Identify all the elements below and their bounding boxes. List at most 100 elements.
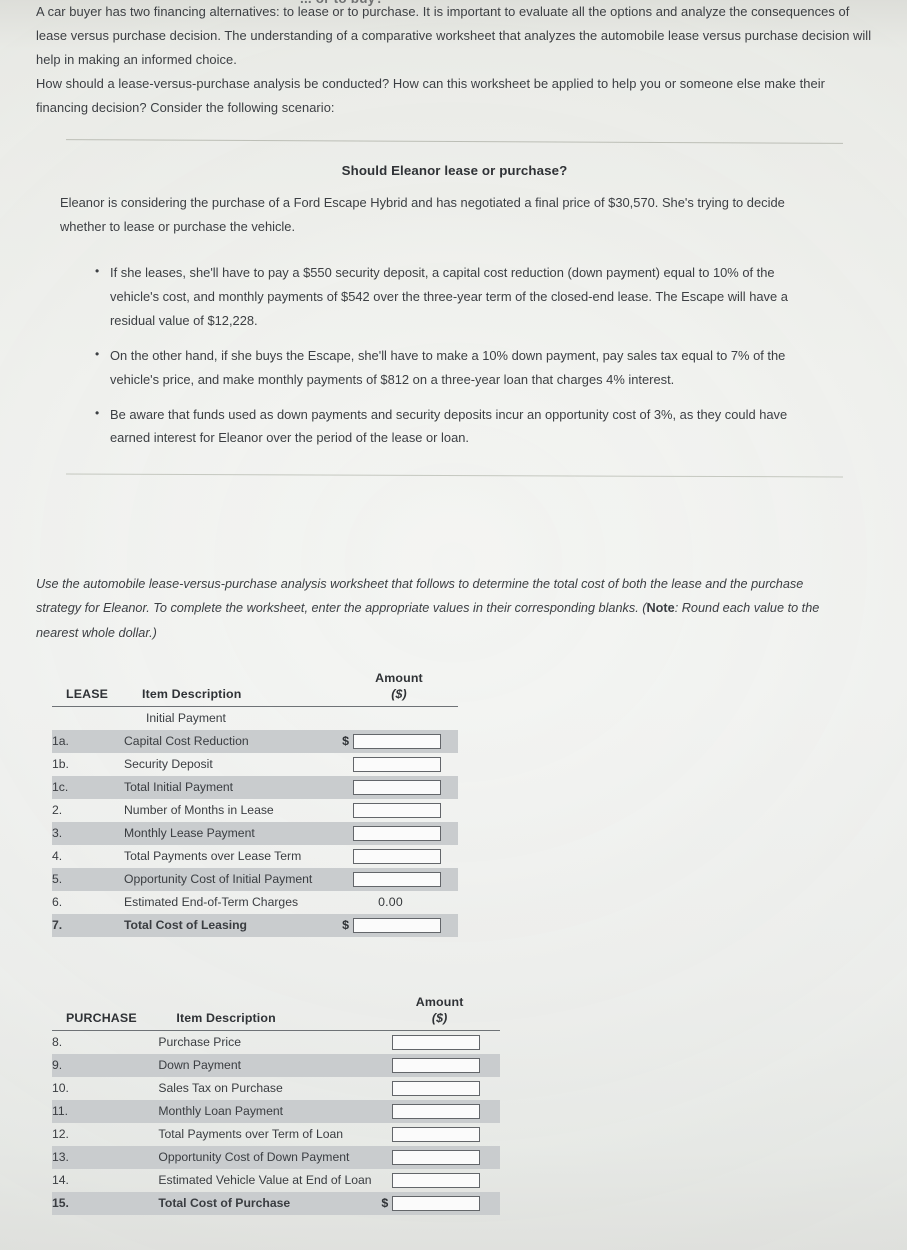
row-description: Security Deposit: [124, 757, 213, 772]
row-description: Monthly Lease Payment: [124, 821, 340, 845]
purchase-amount-input-10[interactable]: [392, 1080, 481, 1096]
lease-amount-input-2[interactable]: [353, 802, 441, 818]
row-number: 13.: [52, 1145, 159, 1169]
row-number: 15.: [52, 1191, 159, 1215]
lease-table: LEASE Item Description Amount ($) Initia…: [52, 670, 458, 937]
purchase-table: PURCHASE Item Description Amount ($) 8. P…: [52, 994, 500, 1215]
intro-paragraph-1: A car buyer has two financing alternativ…: [36, 4, 872, 67]
list-item: On the other hand, if she buys the Escap…: [95, 343, 815, 392]
table-row: 14. Estimated Vehicle Value at End of Loa…: [52, 1169, 500, 1192]
row-number: 14.: [52, 1173, 69, 1188]
worksheet-page: ... or to buy? A car buyer has two finan…: [0, 0, 907, 1250]
row-description: Opportunity Cost of Initial Payment: [124, 867, 340, 891]
amount-label-line1: Amount: [375, 670, 423, 685]
row-number: 10.: [52, 1081, 69, 1096]
row-description: Estimated Vehicle Value at End of Loan: [158, 1173, 372, 1188]
row-amount-cell: $: [340, 775, 458, 799]
row-number: 5.: [52, 867, 124, 891]
lease-worksheet: LEASE Item Description Amount ($) Initia…: [36, 670, 873, 937]
row-amount-cell: $: [379, 1077, 500, 1100]
row-number: [52, 706, 124, 730]
purchase-amount-input-14[interactable]: [392, 1172, 481, 1188]
row-number: 1b.: [52, 757, 69, 772]
row-description: Number of Months in Lease: [124, 803, 274, 818]
table-row: 4. Total Payments over Lease Term $: [52, 845, 458, 868]
list-item: If she leases, she'll have to pay a $550…: [95, 260, 815, 333]
static-amount-value: 0.00: [378, 895, 403, 910]
row-description: Total Payments over Lease Term: [124, 849, 302, 864]
row-number: 12.: [52, 1127, 69, 1142]
row-amount-cell: $: [379, 1145, 500, 1169]
row-amount-cell: $: [340, 821, 458, 845]
lease-amount-input-1a[interactable]: [353, 733, 441, 749]
row-amount-cell: $: [340, 729, 458, 753]
row-description: Total Initial Payment: [124, 775, 340, 799]
lease-amount-input-5[interactable]: [353, 871, 441, 887]
row-number: 1a.: [52, 729, 124, 753]
row-description: Total Cost of Leasing: [124, 913, 340, 937]
row-amount-cell: $: [379, 1099, 500, 1123]
table-header-row: LEASE Item Description Amount ($): [52, 670, 458, 707]
row-number: 9.: [52, 1053, 159, 1077]
lease-table-body: Initial Payment 1a. Capital Cost Reduction…: [52, 706, 458, 937]
row-amount-cell: $: [340, 867, 458, 891]
row-amount-cell: [340, 706, 458, 730]
purchase-worksheet: PURCHASE Item Description Amount ($) 8. P…: [36, 994, 873, 1215]
table-row: 1c.Total Initial Payment$: [52, 775, 458, 799]
purchase-amount-input-12[interactable]: [392, 1126, 481, 1142]
row-amount-cell: $: [379, 1191, 500, 1215]
purchase-amount-input-8[interactable]: [392, 1034, 481, 1050]
lease-amount-input-1b[interactable]: [353, 756, 441, 772]
row-number: 8.: [52, 1035, 63, 1050]
lease-amount-input-1c[interactable]: [353, 779, 441, 795]
lease-amount-input-7[interactable]: [353, 917, 441, 933]
row-description: Sales Tax on Purchase: [158, 1081, 283, 1096]
row-description: Capital Cost Reduction: [124, 729, 340, 753]
table-row: 6. Estimated End-of-Term Charges 0.00: [52, 891, 458, 914]
purchase-amount-input-13[interactable]: [392, 1149, 481, 1165]
table-row: 9.Down Payment$: [52, 1053, 500, 1077]
row-number: 11.: [52, 1099, 159, 1123]
table-row: 3.Monthly Lease Payment$: [52, 821, 458, 845]
dollar-sign: $: [342, 918, 349, 933]
document-content: A car buyer has two financing alternativ…: [0, 0, 907, 1215]
purchase-amount-input-9[interactable]: [392, 1057, 481, 1073]
table-row: 1a. Capital Cost Reduction $: [52, 729, 458, 753]
lease-amount-input-4[interactable]: [353, 848, 441, 864]
table-row: 1b. Security Deposit $: [52, 753, 458, 776]
row-amount-cell: 0.00: [340, 891, 458, 914]
dollar-sign: $: [381, 1196, 389, 1211]
lease-amount-input-3[interactable]: [353, 825, 441, 841]
purchase-header-description: Item Description: [158, 994, 380, 1031]
dollar-sign: $: [342, 734, 349, 749]
worksheet-instructions: Use the automobile lease-versus-purchase…: [36, 572, 873, 644]
table-row: 2. Number of Months in Lease $: [52, 799, 458, 822]
row-description: Monthly Loan Payment: [158, 1099, 380, 1123]
divider-top: [66, 139, 843, 145]
row-amount-cell: $: [340, 845, 458, 868]
row-description: Total Payments over Term of Loan: [158, 1127, 344, 1142]
instructions-note-label: Note: [646, 601, 675, 616]
row-number: 7.: [52, 913, 124, 937]
row-description: Opportunity Cost of Down Payment: [158, 1145, 380, 1169]
lease-header-label: LEASE: [52, 670, 124, 707]
table-row: 7. Total Cost of Leasing $: [52, 913, 458, 937]
row-description: Initial Payment: [146, 711, 226, 726]
scenario-intro: Eleanor is considering the purchase of a…: [60, 195, 785, 235]
purchase-amount-input-15[interactable]: [392, 1195, 481, 1211]
lease-header-description: Item Description: [124, 670, 340, 707]
purchase-header-amount: Amount ($): [379, 994, 500, 1031]
divider-bottom: [66, 473, 843, 478]
row-amount-cell: $: [379, 1053, 500, 1077]
scenario-bullet-list: If she leases, she'll have to pay a $550…: [36, 260, 873, 450]
row-description: Estimated End-of-Term Charges: [124, 895, 299, 910]
purchase-header-label: PURCHASE: [52, 994, 159, 1031]
table-row: 8. Purchase Price $: [52, 1030, 500, 1054]
row-amount-cell: $: [379, 1030, 500, 1054]
row-number: 6.: [52, 895, 63, 910]
table-row: 13.Opportunity Cost of Down Payment$: [52, 1145, 500, 1169]
intro-paragraph-2: How should a lease-versus-purchase analy…: [36, 75, 825, 115]
purchase-amount-input-11[interactable]: [392, 1103, 481, 1119]
row-amount-cell: $: [340, 753, 458, 776]
table-header-row: PURCHASE Item Description Amount ($): [52, 994, 500, 1031]
